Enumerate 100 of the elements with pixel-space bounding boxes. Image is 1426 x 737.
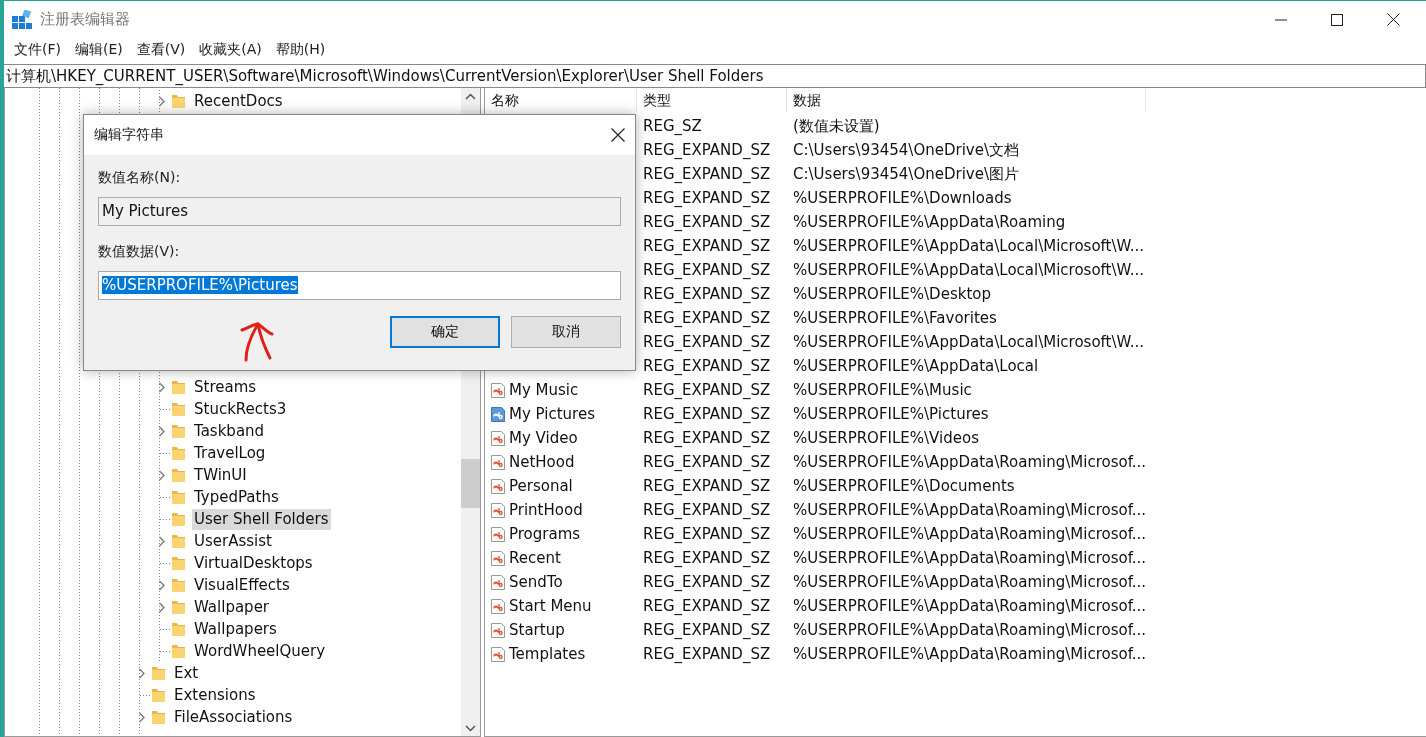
column-header[interactable]: 数据: [787, 88, 1146, 112]
value-name[interactable]: Start Menu: [509, 597, 592, 615]
tree-item[interactable]: Extensions: [172, 684, 258, 706]
folder-icon: [151, 687, 166, 703]
tree-item[interactable]: Taskband: [192, 420, 267, 442]
value-name-field[interactable]: My Pictures: [98, 197, 621, 226]
folder-icon: [171, 401, 186, 417]
value-type: REG_EXPAND_SZ: [643, 333, 771, 351]
hand-drawn-arrow: [240, 322, 274, 362]
menu-item[interactable]: 帮助(H): [269, 41, 332, 59]
close-icon[interactable]: [1387, 13, 1400, 26]
expand-chevron-icon[interactable]: [158, 95, 166, 107]
tree-item[interactable]: User Shell Folders: [192, 508, 331, 530]
scroll-up-icon[interactable]: [465, 93, 476, 100]
value-name[interactable]: My Music: [509, 381, 579, 399]
folder-icon: [171, 533, 186, 549]
expand-chevron-icon[interactable]: [158, 601, 166, 613]
value-name[interactable]: Templates: [509, 645, 586, 663]
menu-item[interactable]: 文件(F): [8, 41, 67, 59]
value-type: REG_EXPAND_SZ: [643, 549, 771, 567]
tree-item[interactable]: VirtualDesktops: [192, 552, 315, 574]
dialog-button[interactable]: 确定: [390, 316, 500, 348]
value-data: (数值未设置): [793, 116, 880, 136]
tree-item[interactable]: Wallpapers: [192, 618, 279, 640]
value-data: %USERPROFILE%\AppData\Roaming\Microsof...: [793, 573, 1147, 591]
value-name[interactable]: Startup: [509, 621, 565, 639]
value-data: %USERPROFILE%\Music: [793, 381, 972, 399]
value-data: %USERPROFILE%\Videos: [793, 429, 979, 447]
folder-icon: [171, 423, 186, 439]
tree-item[interactable]: FileAssociations: [172, 706, 295, 728]
tree-item[interactable]: VisualEffects: [192, 574, 292, 596]
tree-item[interactable]: Ext: [172, 662, 201, 684]
value-data-field[interactable]: %USERPROFILE%\Pictures: [98, 271, 621, 300]
dialog-button[interactable]: 取消: [511, 316, 621, 348]
tree-item[interactable]: TypedPaths: [192, 486, 281, 508]
value-data: %USERPROFILE%\AppData\Roaming: [793, 213, 1066, 231]
folder-icon: [171, 93, 186, 109]
folder-icon: [171, 643, 186, 659]
value-data: %USERPROFILE%\AppData\Roaming\Microsof...: [793, 525, 1147, 543]
folder-icon: [171, 599, 186, 615]
value-type: REG_EXPAND_SZ: [643, 453, 771, 471]
value-type: REG_EXPAND_SZ: [643, 141, 771, 159]
column-header[interactable]: 名称: [485, 88, 637, 112]
value-type: REG_EXPAND_SZ: [643, 309, 771, 327]
folder-icon: [171, 577, 186, 593]
expand-chevron-icon[interactable]: [158, 381, 166, 393]
value-type: REG_EXPAND_SZ: [643, 237, 771, 255]
value-type: REG_EXPAND_SZ: [643, 573, 771, 591]
value-name[interactable]: SendTo: [509, 573, 563, 591]
value-data: %USERPROFILE%\Pictures: [793, 405, 989, 423]
tree-item[interactable]: TravelLog: [192, 442, 268, 464]
tree-item[interactable]: WordWheelQuery: [192, 640, 328, 662]
folder-icon: [171, 555, 186, 571]
value-type: REG_EXPAND_SZ: [643, 477, 771, 495]
value-type: REG_EXPAND_SZ: [643, 189, 771, 207]
value-name[interactable]: Personal: [509, 477, 573, 495]
close-icon[interactable]: [611, 128, 625, 142]
value-name[interactable]: NetHood: [509, 453, 575, 471]
value-name[interactable]: My Video: [509, 429, 578, 447]
scroll-thumb[interactable]: [461, 459, 480, 508]
expand-chevron-icon[interactable]: [138, 667, 146, 679]
value-name[interactable]: My Pictures: [509, 405, 595, 423]
tree-item[interactable]: StuckRects3: [192, 398, 289, 420]
tree-item[interactable]: RecentDocs: [192, 90, 285, 112]
maximize-icon[interactable]: [1331, 13, 1343, 26]
folder-icon: [171, 511, 186, 527]
expand-chevron-icon[interactable]: [158, 579, 166, 591]
tree-item[interactable]: Streams: [192, 376, 259, 398]
value-type: REG_EXPAND_SZ: [643, 165, 771, 183]
scroll-down-icon[interactable]: [465, 725, 476, 732]
expand-chevron-icon[interactable]: [138, 711, 146, 723]
folder-icon: [171, 467, 186, 483]
minimize-icon[interactable]: [1275, 18, 1287, 21]
value-data: %USERPROFILE%\AppData\Roaming\Microsof...: [793, 645, 1147, 663]
value-name[interactable]: Recent: [509, 549, 561, 567]
menu-item[interactable]: 编辑(E): [69, 41, 129, 59]
value-data: %USERPROFILE%\Documents: [793, 477, 1015, 495]
column-header[interactable]: 类型: [637, 88, 787, 112]
value-type: REG_EXPAND_SZ: [643, 429, 771, 447]
value-data: C:\Users\93454\OneDrive\文档: [793, 140, 1019, 160]
value-data: %USERPROFILE%\AppData\Roaming\Microsof...: [793, 501, 1147, 519]
value-data: %USERPROFILE%\Desktop: [793, 285, 991, 303]
value-data: %USERPROFILE%\AppData\Roaming\Microsof...: [793, 621, 1147, 639]
folder-icon: [171, 445, 186, 461]
expand-chevron-icon[interactable]: [158, 469, 166, 481]
value-type: REG_EXPAND_SZ: [643, 597, 771, 615]
folder-icon: [151, 665, 166, 681]
field-label: 数值名称(N):: [98, 169, 182, 187]
tree-item[interactable]: TWinUI: [192, 464, 249, 486]
expand-chevron-icon[interactable]: [158, 425, 166, 437]
value-type: REG_EXPAND_SZ: [643, 213, 771, 231]
value-name[interactable]: PrintHood: [509, 501, 583, 519]
menu-item[interactable]: 查看(V): [130, 41, 192, 59]
menu-item[interactable]: 收藏夹(A): [193, 41, 268, 59]
value-name[interactable]: Programs: [509, 525, 581, 543]
tree-item[interactable]: Wallpaper: [192, 596, 272, 618]
tree-item[interactable]: UserAssist: [192, 530, 274, 552]
expand-chevron-icon[interactable]: [158, 535, 166, 547]
address-bar[interactable]: 计算机\HKEY_CURRENT_USER\Software\Microsoft\Windows\CurrentVersion\Explorer\User Shell Folders: [4, 64, 1426, 88]
registry-icon: [12, 9, 32, 30]
